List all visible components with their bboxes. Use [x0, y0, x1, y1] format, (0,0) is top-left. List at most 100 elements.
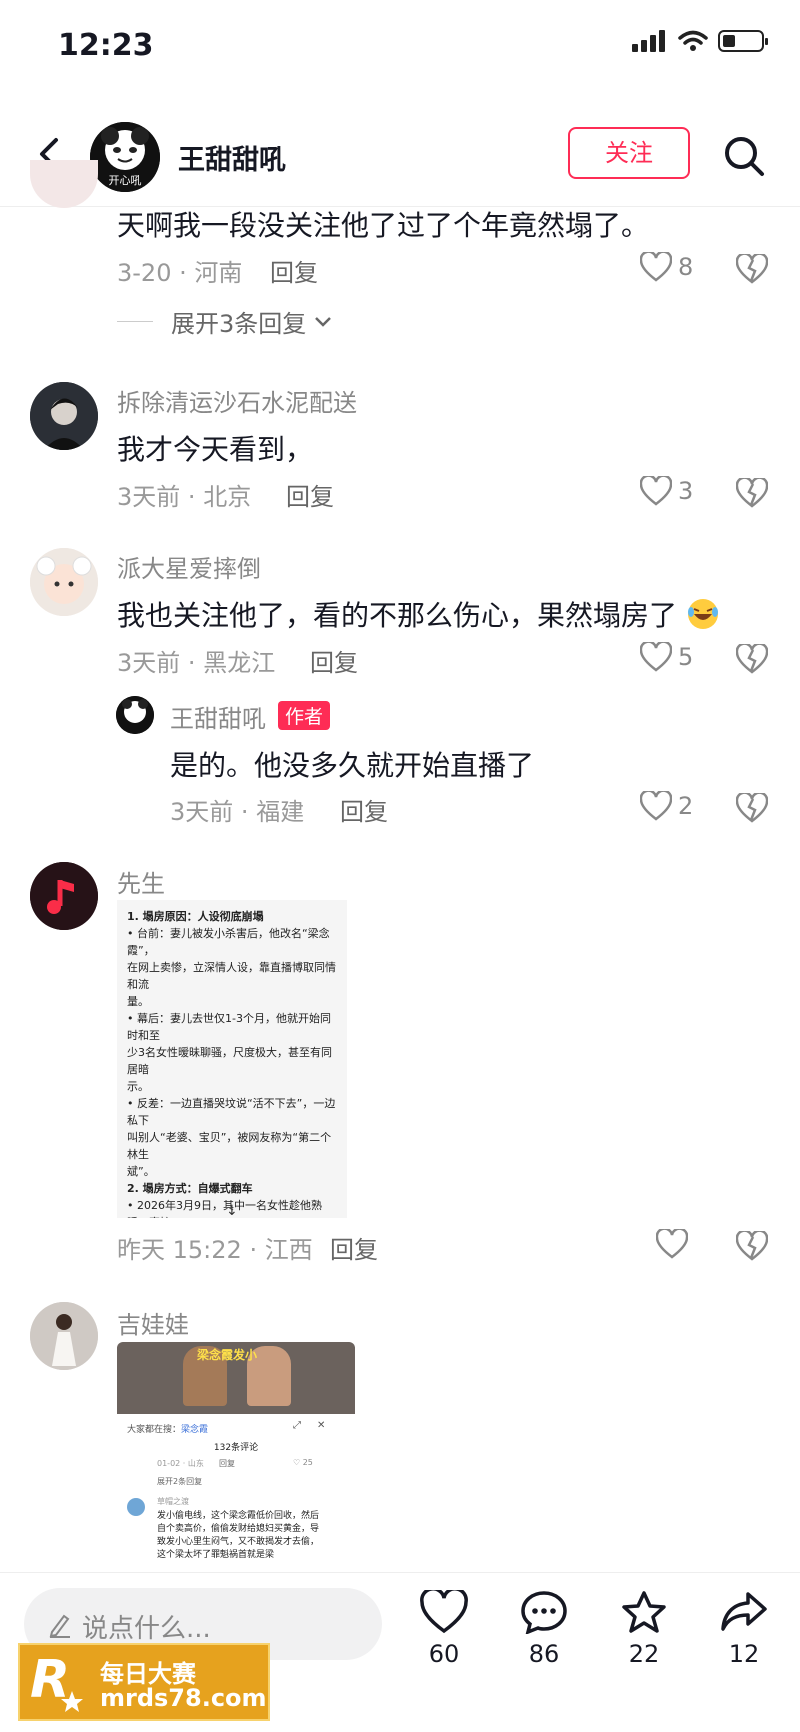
- panel-likes: ♡ 25: [293, 1458, 313, 1467]
- reply-button[interactable]: 回复: [270, 253, 318, 288]
- comment-image[interactable]: 1. 塌房原因：人设彻底崩塌 • 台前：妻儿被发小杀害后，他改名“梁念霞”， 在网…: [117, 900, 347, 1218]
- reply-button[interactable]: 回复: [340, 792, 388, 827]
- like-button[interactable]: [656, 1229, 688, 1259]
- comment-date: 3天前: [117, 649, 181, 677]
- author-name[interactable]: 王甜甜吼: [178, 138, 286, 177]
- comment-text: 我也关注他了，看的不那么伤心，果然塌房了: [117, 594, 720, 634]
- like-button[interactable]: 3: [640, 476, 693, 506]
- expand-replies-button[interactable]: 展开3条回复: [117, 304, 332, 339]
- search-term: 梁念霞: [181, 1425, 209, 1435]
- comment-location: 北京: [203, 483, 252, 511]
- panel-meta: 01-02 · 山东: [157, 1459, 204, 1468]
- share-action[interactable]: 12: [704, 1590, 784, 1668]
- commenter-avatar[interactable]: [30, 862, 98, 930]
- like-button[interactable]: 5: [640, 642, 693, 672]
- heart-icon: [420, 1587, 468, 1634]
- panel-comment-line: 自个卖高价，偷偷发财给媳妇买黄金，导: [157, 1524, 320, 1534]
- status-time: 12:23: [58, 28, 154, 63]
- image-text-line: 少3名女性暧昧聊骚，尺度极大，甚至有同居暗: [127, 1046, 332, 1076]
- panel-comment-line: 这个梁太坏了罪魁祸首就是梁: [157, 1550, 275, 1560]
- video-caption: 梁念霞发小: [197, 1348, 258, 1362]
- dislike-icon[interactable]: [736, 644, 768, 674]
- comment-text: 天啊我一段没关注他了过了个年竟然塌了。: [117, 209, 650, 242]
- image-text-lines: 1. 塌房原因：人设彻底崩塌 • 台前：妻儿被发小杀害后，他改名“梁念霞”， 在网…: [127, 908, 337, 1218]
- battery-icon: [718, 30, 768, 52]
- heart-icon: [656, 1229, 688, 1259]
- dislike-icon[interactable]: [736, 1231, 768, 1261]
- reply-button[interactable]: 回复: [330, 1230, 378, 1265]
- commenter-name[interactable]: 先生: [117, 864, 165, 899]
- comment-text: 我才今天看到，: [117, 433, 314, 466]
- star-icon: [622, 1591, 666, 1633]
- watermark-star-icon: [61, 1691, 83, 1712]
- comment-date: 3-20: [117, 259, 172, 287]
- image-text-line: 示。: [127, 1080, 149, 1093]
- expand-line: [117, 321, 153, 322]
- commenter-name[interactable]: 拆除清运沙石水泥配送: [117, 383, 357, 418]
- panel-comment-text: 发小偷电线，这个梁念霞低价回收，然后 自个卖高价，偷偷发财给媳妇买黄金，导 致发小心…: [157, 1510, 353, 1562]
- like-count: 8: [678, 253, 694, 281]
- watermark-url: mrds78.com: [100, 1684, 267, 1712]
- commenter-name[interactable]: 派大星爱摔倒: [117, 549, 261, 584]
- comment-meta: 昨天 15:22 · 江西: [117, 1236, 313, 1264]
- like-action[interactable]: 60: [404, 1587, 484, 1668]
- author-avatar[interactable]: 开心吼: [90, 122, 160, 192]
- comment-bubble-icon: [521, 1591, 567, 1635]
- comment-location: 河南: [194, 259, 243, 287]
- panel-username: 草帽之渡: [157, 1497, 189, 1506]
- download-arrow-icon: ↓: [226, 1203, 238, 1219]
- panel-avatar: [127, 1498, 145, 1516]
- reply-button[interactable]: 回复: [310, 643, 358, 678]
- video-frame: 梁念霞发小: [117, 1342, 355, 1414]
- search-prefix: 大家都在搜：: [127, 1425, 182, 1435]
- reply-date: 3天前: [170, 798, 234, 826]
- comment-action[interactable]: 86: [504, 1590, 584, 1668]
- signal-icon: [632, 30, 665, 52]
- like-total: 60: [428, 1640, 460, 1668]
- heart-icon: [640, 642, 672, 672]
- image-text-line: 叫别人“老婆、宝贝”，被网友称为“第二个林生: [127, 1131, 332, 1161]
- like-button[interactable]: 8: [640, 252, 693, 282]
- like-button[interactable]: 2: [640, 791, 693, 821]
- avatar-caption: 开心吼: [108, 174, 142, 187]
- favorite-action[interactable]: 22: [604, 1590, 684, 1668]
- heart-icon: [640, 791, 672, 821]
- commenter-name[interactable]: 吉娃娃: [117, 1305, 189, 1340]
- dislike-icon[interactable]: [736, 478, 768, 508]
- image-text-line: 量。: [127, 995, 149, 1008]
- comment-image[interactable]: 梁念霞发小 大家都在搜：梁念霞 ⤢ ✕ 132条评论 01-02 · 山东 回复…: [117, 1342, 355, 1572]
- commenter-avatar[interactable]: [30, 1302, 98, 1370]
- comment-date: 3天前: [117, 483, 181, 511]
- reply-button[interactable]: 回复: [286, 477, 334, 512]
- dislike-icon[interactable]: [736, 254, 768, 284]
- image-text-line: • 台前：妻儿被发小杀害后，他改名“梁念霞”，: [127, 927, 330, 957]
- expand-label: 展开3条回复: [171, 310, 307, 338]
- close-icon: ✕: [317, 1420, 326, 1431]
- comment-meta: 3天前 · 黑龙江: [117, 649, 276, 677]
- chevron-down-icon: [315, 316, 332, 327]
- dislike-icon[interactable]: [736, 793, 768, 823]
- like-count: 2: [678, 792, 694, 820]
- commenter-avatar[interactable]: [30, 160, 98, 208]
- wifi-icon: [678, 30, 708, 51]
- image-text-line: 2. 塌房方式：自爆式翻车: [127, 1182, 253, 1195]
- expand-icon: ⤢: [293, 1420, 301, 1431]
- image-text-line: 斌”。: [127, 1165, 155, 1178]
- reply-avatar[interactable]: [116, 696, 154, 734]
- panel-comment-line: 发小偷电线，这个梁念霞低价回收，然后: [157, 1511, 320, 1521]
- search-icon[interactable]: [722, 134, 766, 178]
- comment-location: 江西: [264, 1236, 313, 1264]
- reply-username[interactable]: 王甜甜吼: [170, 699, 266, 734]
- image-text-line: • 幕后：妻儿去世仅1-3个月，他就开始同时和至: [127, 1012, 331, 1042]
- comment-input-placeholder: 说点什么...: [82, 1614, 211, 1644]
- commenter-avatar[interactable]: [30, 548, 98, 616]
- share-arrow-icon: [721, 1592, 767, 1631]
- follow-button[interactable]: 关注: [568, 127, 690, 179]
- pencil-icon: [49, 1614, 70, 1638]
- share-total: 12: [728, 1640, 760, 1668]
- comment-meta: 3-20 · 河南: [117, 259, 243, 287]
- panel-comment-count: 132条评论: [213, 1443, 259, 1453]
- reply-meta: 3天前 · 福建: [170, 798, 305, 826]
- image-text-line: 1. 塌房原因：人设彻底崩塌: [127, 910, 264, 923]
- commenter-avatar[interactable]: [30, 382, 98, 450]
